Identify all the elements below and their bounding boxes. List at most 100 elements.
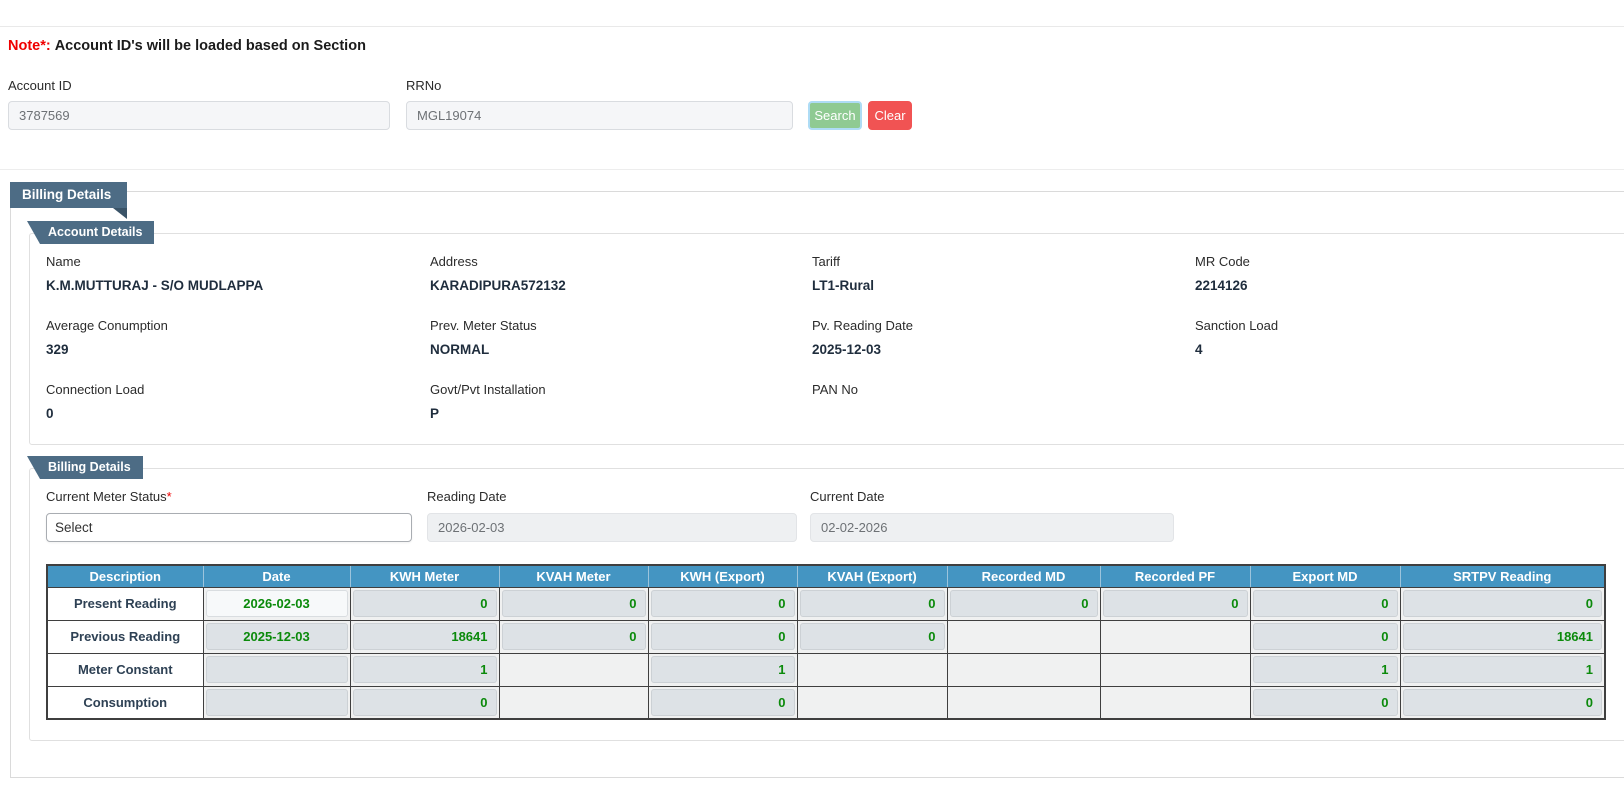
account-field-value: K.M.MUTTURAJ - S/O MUDLAPPA [46,278,430,293]
table-cell: 0 [350,686,499,719]
account-id-input[interactable] [8,101,390,130]
table-cell: 0 [1250,686,1400,719]
cell-input: 0 [1253,689,1398,716]
table-cell: 2025-12-03 [203,620,350,653]
current-date-input[interactable] [810,513,1174,542]
account-field-label: Name [46,254,430,269]
account-field: TariffLT1-Rural [812,254,1195,300]
account-field: Prev. Meter StatusNORMAL [430,318,812,364]
account-field-label: Connection Load [46,382,430,397]
row-description: Previous Reading [47,620,203,653]
note: Note*:Account ID's will be loaded based … [8,38,1624,54]
account-field-value: 2214126 [1195,278,1624,293]
account-field-label: Prev. Meter Status [430,318,812,333]
current-meter-status-select[interactable]: Select [46,513,412,542]
current-meter-status-label: Current Meter Status* [46,489,412,504]
account-id-field: Account ID [8,78,390,130]
table-cell: 18641 [350,620,499,653]
search-button[interactable]: Search [808,101,862,130]
table-cell: 1 [1400,653,1605,686]
table-cell [1100,620,1250,653]
cell-input: 0 [1103,590,1248,617]
table-header-cell: Recorded PF [1100,565,1250,587]
table-row: Consumption0000 [47,686,1605,719]
cell-input: 1 [651,656,795,683]
table-header-cell: Description [47,565,203,587]
page: Note*:Account ID's will be loaded based … [0,0,1624,794]
table-cell: 0 [1250,620,1400,653]
reading-date-label: Reading Date [427,489,797,504]
account-field: Sanction Load 4 [1195,318,1624,364]
table-header-cell: Date [203,565,350,587]
table-cell [203,653,350,686]
account-details-legend: Account Details [40,221,154,244]
table-cell: 1 [648,653,797,686]
account-field: Pv. Reading Date 2025-12-03 [812,318,1195,364]
row-description: Consumption [47,686,203,719]
table-header-cell: KVAH (Export) [797,565,947,587]
account-fields-grid: Name K.M.MUTTURAJ - S/O MUDLAPPAAddress KA… [46,254,1624,428]
clear-button[interactable]: Clear [868,101,912,130]
account-field: Govt/Pvt InstallationP [430,382,812,428]
account-field-value: 0 [46,406,430,421]
account-field-label: Govt/Pvt Installation [430,382,812,397]
table-header-cell: KWH (Export) [648,565,797,587]
account-field-label: Sanction Load [1195,318,1624,333]
cell-input[interactable]: 2026-02-03 [206,590,348,617]
account-field-value: 2025-12-03 [812,342,1195,357]
table-cell: 0 [648,686,797,719]
cell-input: 0 [651,623,795,650]
table-cell [947,620,1100,653]
table-header-cell: KVAH Meter [499,565,648,587]
table-row: Present Reading2026-02-0300000000 [47,587,1605,620]
table-cell: 0 [499,587,648,620]
table-cell: 1 [1250,653,1400,686]
account-field: PAN No [812,382,1195,428]
reading-date-input[interactable] [427,513,797,542]
account-field-label: Address [430,254,812,269]
cell-input: 0 [800,623,945,650]
rrno-input[interactable] [406,101,793,130]
cell-input: 0 [502,590,646,617]
search-form: Account ID RRNo Search Clear [8,78,1624,130]
cell-input [206,656,348,683]
account-field-value: KARADIPURA572132 [430,278,812,293]
table-cell: 0 [1400,587,1605,620]
account-field: MR Code2214126 [1195,254,1624,300]
table-cell: 0 [648,620,797,653]
separator [0,169,1624,170]
rrno-field: RRNo [406,78,793,130]
current-date-field: Current Date [810,489,1174,542]
reading-date-field: Reading Date [427,489,797,542]
cell-input: 0 [353,689,497,716]
account-field-value [812,406,1195,421]
cell-input: 0 [1253,590,1398,617]
account-field: Connection Load 0 [46,382,430,428]
current-meter-status-field: Current Meter Status* Select [46,489,412,542]
table-cell [947,686,1100,719]
table-row: Meter Constant1111 [47,653,1605,686]
table-cell: 0 [947,587,1100,620]
account-field-label: Pv. Reading Date [812,318,1195,333]
table-cell: 18641 [1400,620,1605,653]
account-field: Address KARADIPURA572132 [430,254,812,300]
cell-input: 0 [1253,623,1398,650]
table-cell: 1 [350,653,499,686]
cell-input: 0 [950,590,1098,617]
billing-form-row: Current Meter Status* Select Reading Dat… [46,489,1624,542]
table-header-cell: KWH Meter [350,565,499,587]
billing-details-section: Billing Details Current Meter Status* Se… [29,468,1624,741]
table-header-cell: Recorded MD [947,565,1100,587]
table-cell [1100,653,1250,686]
note-text: Account ID's will be loaded based on Sec… [55,38,366,54]
table-cell: 0 [350,587,499,620]
cell-input: 2025-12-03 [206,623,348,650]
table-cell: 0 [797,587,947,620]
cell-input: 0 [1403,689,1603,716]
billing-details-tab[interactable]: Billing Details [10,182,127,208]
account-field-label: PAN No [812,382,1195,397]
account-field-value: 4 [1195,342,1624,357]
rrno-label: RRNo [406,78,793,93]
current-date-label: Current Date [810,489,1174,504]
required-asterisk: * [167,489,172,504]
